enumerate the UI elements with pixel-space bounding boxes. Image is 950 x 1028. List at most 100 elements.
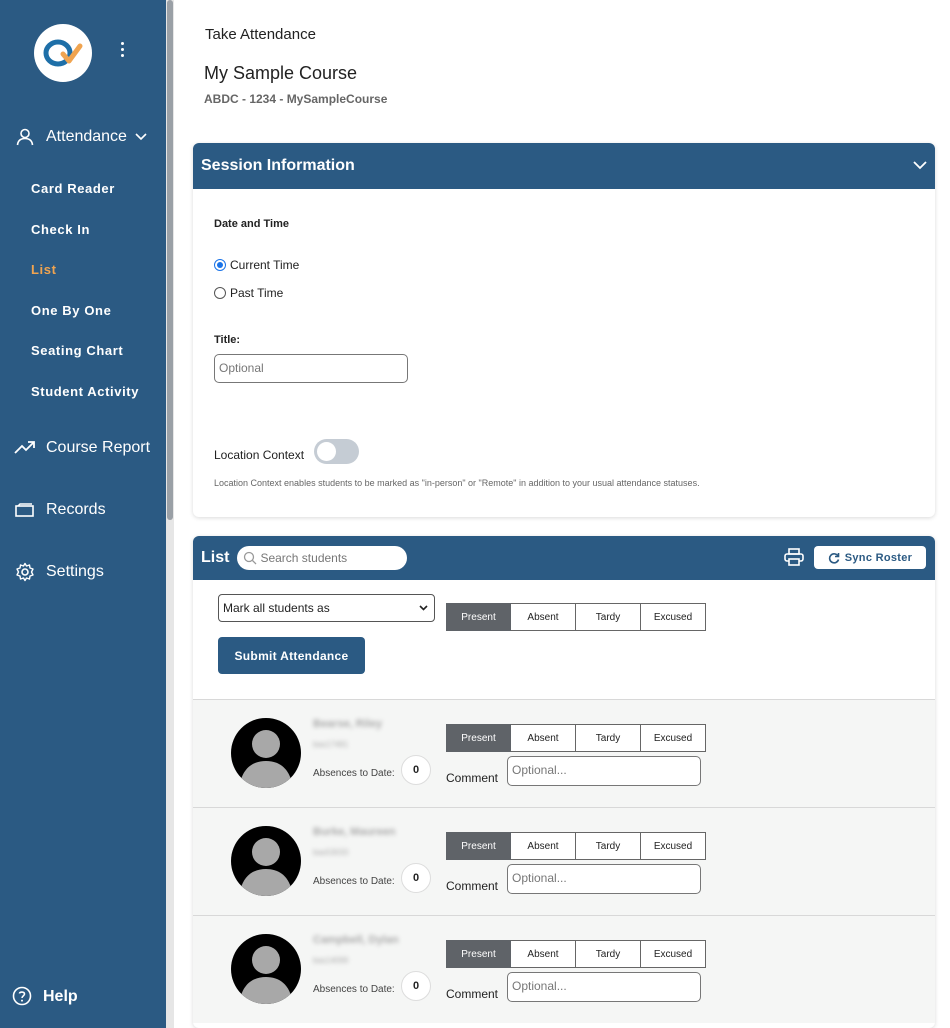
sync-roster-label: Sync Roster xyxy=(844,551,913,564)
sidebar-item-one-by-one[interactable]: One By One xyxy=(31,303,111,318)
search-icon xyxy=(244,551,257,565)
comment-label: Comment xyxy=(446,771,499,785)
chevron-down-icon[interactable] xyxy=(913,157,927,175)
student-status-group: Present Absent Tardy Excused xyxy=(446,940,706,968)
trending-up-icon xyxy=(14,437,36,459)
mark-all-label: Mark all students as xyxy=(223,601,330,615)
nav-records[interactable]: Records xyxy=(14,498,106,522)
nav-records-label: Records xyxy=(46,501,106,518)
chevron-down-icon xyxy=(135,128,147,146)
course-code: ABDC - 1234 - MySampleCourse xyxy=(204,92,388,106)
student-name: Burke, Maureen xyxy=(313,826,396,838)
title-label: Title: xyxy=(214,334,241,346)
sync-roster-button[interactable]: Sync Roster xyxy=(814,546,926,569)
status-tardy-button[interactable]: Tardy xyxy=(576,724,641,752)
avatar xyxy=(231,826,301,896)
comment-label: Comment xyxy=(446,879,499,893)
status-excused-button[interactable]: Excused xyxy=(641,832,706,860)
sidebar: Attendance Card Reader Check In List One… xyxy=(0,0,174,1028)
status-tardy-button[interactable]: Tardy xyxy=(576,603,641,631)
status-absent-button[interactable]: Absent xyxy=(511,724,576,752)
gear-icon xyxy=(14,561,36,583)
app-logo[interactable] xyxy=(34,24,92,82)
status-absent-button[interactable]: Absent xyxy=(511,603,576,631)
sidebar-item-list[interactable]: List xyxy=(31,262,57,277)
status-tardy-button[interactable]: Tardy xyxy=(576,832,641,860)
search-input[interactable]: Search students xyxy=(237,546,408,570)
chevron-down-icon xyxy=(419,605,428,611)
date-time-label: Date and Time xyxy=(214,218,289,230)
avatar xyxy=(231,718,301,788)
absences-label: Absences to Date: xyxy=(313,984,395,995)
avatar xyxy=(231,934,301,1004)
radio-past-time-label: Past Time xyxy=(230,286,284,300)
more-menu-icon[interactable] xyxy=(118,42,126,62)
student-id: bas53033 xyxy=(313,848,349,857)
student-id: bas17481 xyxy=(313,740,349,749)
radio-current-time[interactable]: Current Time xyxy=(214,258,299,272)
absences-count: 0 xyxy=(401,971,431,1001)
mark-all-status-group: Present Absent Tardy Excused xyxy=(446,603,706,631)
student-name: Bearse, Riley xyxy=(313,718,383,730)
absences-count: 0 xyxy=(401,755,431,785)
location-context-label: Location Context xyxy=(214,448,305,462)
session-panel-header[interactable]: Session Information xyxy=(193,143,935,189)
help-icon xyxy=(12,986,34,1008)
submit-attendance-button[interactable]: Submit Attendance xyxy=(218,637,365,674)
student-row: Bearse, Riley bas17481 Absences to Date:… xyxy=(193,699,935,807)
student-status-group: Present Absent Tardy Excused xyxy=(446,724,706,752)
title-input[interactable]: Optional xyxy=(214,354,408,383)
student-row: Campbell, Dylan bas14099 Absences to Dat… xyxy=(193,915,935,1023)
status-excused-button[interactable]: Excused xyxy=(641,940,706,968)
absences-label: Absences to Date: xyxy=(313,768,395,779)
nav-course-report-label: Course Report xyxy=(46,439,151,456)
session-information-panel: Session Information Date and Time Curren… xyxy=(193,143,935,517)
page-title: My Sample Course xyxy=(204,63,358,83)
comment-input[interactable]: Optional... xyxy=(507,972,701,1002)
radio-past-time[interactable]: Past Time xyxy=(214,286,283,300)
sidebar-item-student-activity[interactable]: Student Activity xyxy=(31,384,139,399)
status-tardy-button[interactable]: Tardy xyxy=(576,940,641,968)
refresh-icon xyxy=(828,552,840,564)
list-panel-header: List Search students Sync Roster xyxy=(193,536,935,580)
student-row: Burke, Maureen bas53033 Absences to Date… xyxy=(193,807,935,915)
session-panel-title: Session Information xyxy=(201,157,355,174)
comment-label: Comment xyxy=(446,987,499,1001)
nav-settings-label: Settings xyxy=(46,563,104,580)
search-placeholder: Search students xyxy=(260,551,348,565)
sidebar-item-seating-chart[interactable]: Seating Chart xyxy=(31,343,123,358)
mark-all-select[interactable]: Mark all students as xyxy=(218,594,435,622)
status-excused-button[interactable]: Excused xyxy=(641,724,706,752)
status-present-button[interactable]: Present xyxy=(446,724,511,752)
scrollbar-thumb[interactable] xyxy=(167,0,173,520)
status-absent-button[interactable]: Absent xyxy=(511,940,576,968)
status-present-button[interactable]: Present xyxy=(446,603,511,631)
location-context-description: Location Context enables students to be … xyxy=(214,478,700,488)
sidebar-scrollbar[interactable] xyxy=(166,0,174,1028)
student-id: bas14099 xyxy=(313,956,349,965)
help-label: Help xyxy=(43,988,78,1005)
print-icon[interactable] xyxy=(784,548,804,571)
nav-course-report[interactable]: Course Report xyxy=(14,436,150,460)
comment-input[interactable]: Optional... xyxy=(507,864,701,894)
breadcrumb: Take Attendance xyxy=(205,26,316,43)
absences-label: Absences to Date: xyxy=(313,876,395,887)
location-context-toggle[interactable] xyxy=(314,439,359,464)
sidebar-item-card-reader[interactable]: Card Reader xyxy=(31,181,115,196)
radio-current-time-control[interactable] xyxy=(214,259,226,271)
status-present-button[interactable]: Present xyxy=(446,832,511,860)
list-title: List xyxy=(201,549,230,566)
nav-settings[interactable]: Settings xyxy=(14,560,104,584)
sidebar-item-check-in[interactable]: Check In xyxy=(31,222,90,237)
main-content: Take Attendance My Sample Course ABDC - … xyxy=(174,0,950,1028)
status-absent-button[interactable]: Absent xyxy=(511,832,576,860)
radio-current-time-label: Current Time xyxy=(230,258,300,272)
radio-past-time-control[interactable] xyxy=(214,287,226,299)
student-status-group: Present Absent Tardy Excused xyxy=(446,832,706,860)
student-name: Campbell, Dylan xyxy=(313,934,399,946)
help-link[interactable]: Help xyxy=(12,986,78,1008)
nav-attendance[interactable]: Attendance xyxy=(14,125,147,149)
status-present-button[interactable]: Present xyxy=(446,940,511,968)
comment-input[interactable]: Optional... xyxy=(507,756,701,786)
status-excused-button[interactable]: Excused xyxy=(641,603,706,631)
